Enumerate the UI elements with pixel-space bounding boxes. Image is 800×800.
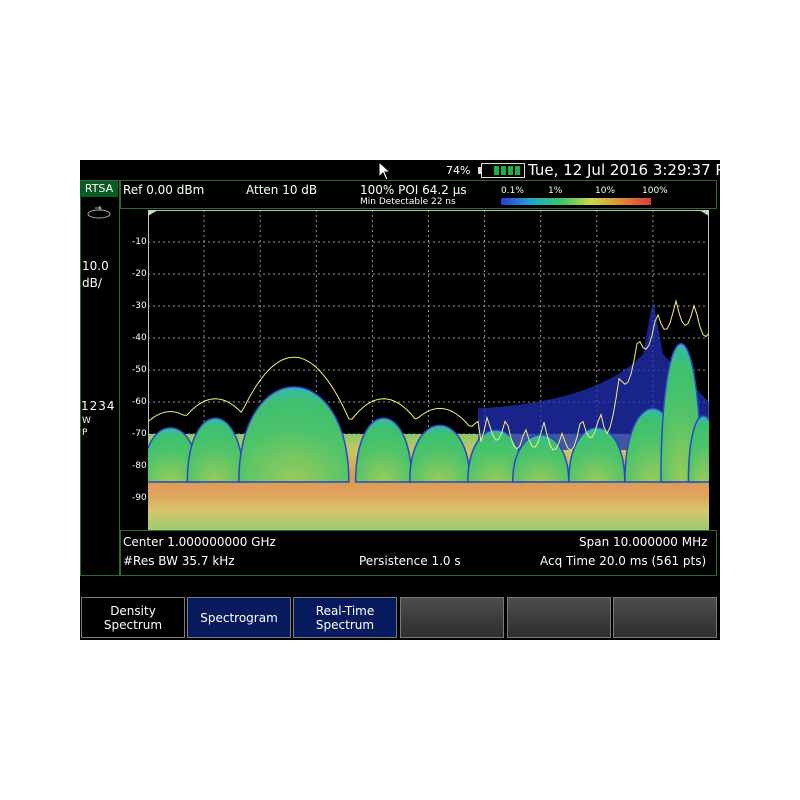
scale-unit: dB/ (82, 276, 102, 290)
softkey-spectrogram[interactable]: Spectrogram (187, 597, 291, 638)
min-detectable: Min Detectable 22 ns (360, 197, 456, 207)
ref-level[interactable]: Ref 0.00 dBm (123, 183, 204, 197)
color-scale-label-2: 1% (548, 186, 563, 196)
mouse-pointer-icon (378, 161, 392, 181)
color-scale-label-4: 100% (642, 186, 668, 196)
softkey-blank-5[interactable] (507, 597, 611, 638)
spectrum-lobe (186, 417, 245, 483)
y-tick-label: -90 (132, 493, 147, 503)
datetime: Tue, 12 Jul 2016 3:29:37 PM (528, 161, 720, 179)
spectrum-lobe (354, 417, 413, 483)
battery-icon (481, 163, 525, 178)
y-tick-label: -10 (132, 237, 147, 247)
poi-value: 100% POI 64.2 µs (360, 183, 467, 197)
y-tick-label: -70 (132, 429, 147, 439)
persistence[interactable]: Persistence 1.0 s (359, 554, 461, 568)
acq-time[interactable]: Acq Time 20.0 ms (561 pts) (540, 554, 706, 568)
softkey-density-spectrum[interactable]: Density Spectrum (81, 597, 185, 638)
color-scale-label-3: 10% (595, 186, 616, 196)
y-tick-label: -40 (132, 333, 147, 343)
left-panel (80, 180, 120, 576)
scale-value: 10.0 (82, 259, 109, 273)
y-tick-label: -80 (132, 461, 147, 471)
sweep-indicator-icon (87, 205, 111, 219)
y-tick-label: -20 (132, 269, 147, 279)
trace-type-w: W (82, 416, 91, 426)
spectrum-plot[interactable] (148, 210, 709, 530)
right-marker-icon (699, 210, 709, 216)
trace-type-p: P (82, 428, 88, 438)
res-bw[interactable]: #Res BW 35.7 kHz (123, 554, 235, 568)
battery-percent: 74% (446, 164, 471, 177)
center-frequency[interactable]: Center 1.000000000 GHz (123, 535, 276, 549)
status-bar: 74% Tue, 12 Jul 2016 3:29:37 PM (80, 160, 720, 181)
color-scale-bar (501, 198, 651, 205)
mode-label[interactable]: RTSA (80, 181, 118, 197)
y-tick-label: -30 (132, 301, 147, 311)
span-value[interactable]: Span 10.000000 MHz (579, 535, 707, 549)
softkey-real-time-spectrum[interactable]: Real-Time Spectrum (293, 597, 397, 638)
spectrum-lobe (238, 386, 350, 483)
softkey-blank-4[interactable] (400, 597, 504, 638)
left-marker-icon (148, 210, 158, 216)
attenuation[interactable]: Atten 10 dB (246, 183, 317, 197)
trace-numbers: 1234 (81, 399, 116, 413)
y-tick-label: -60 (132, 397, 147, 407)
y-tick-label: -50 (132, 365, 147, 375)
color-scale-label-1: 0.1% (501, 186, 524, 196)
analyzer-screen: 74% Tue, 12 Jul 2016 3:29:37 PM RTSA 10.… (80, 160, 720, 640)
softkey-blank-6[interactable] (613, 597, 717, 638)
